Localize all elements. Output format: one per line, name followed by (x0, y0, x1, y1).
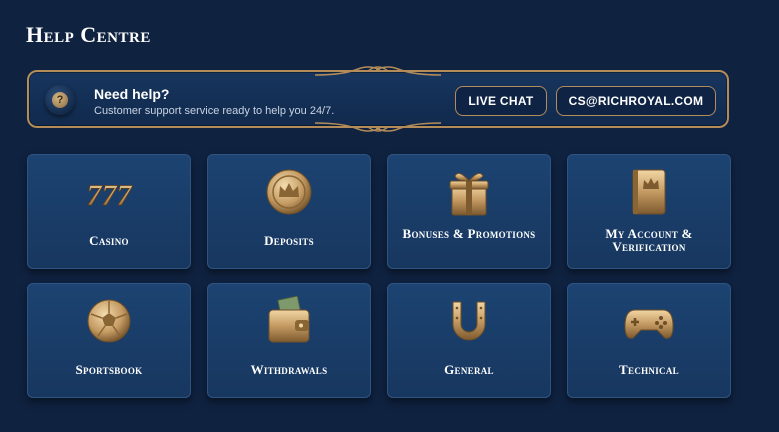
banner-bottom-ornament (314, 122, 442, 132)
support-email-button[interactable]: CS@RICHROYAL.COM (556, 86, 716, 116)
help-subtext: Customer support service ready to help y… (94, 105, 335, 117)
category-card-general[interactable]: General (387, 283, 551, 398)
category-label: Bonuses & Promotions (402, 226, 536, 241)
live-chat-button[interactable]: LIVE CHAT (455, 86, 547, 116)
category-card-bonuses[interactable]: Bonuses & Promotions (387, 154, 551, 269)
category-label: My Account & Verification (605, 226, 693, 254)
football-icon (87, 299, 131, 343)
category-label: Deposits (264, 233, 314, 248)
help-heading: Need help? (94, 86, 170, 102)
category-label: Casino (89, 233, 129, 248)
help-banner: ? Need help? Customer support service re… (27, 66, 729, 132)
gift-box-icon (449, 172, 489, 216)
category-card-deposits[interactable]: Deposits (207, 154, 371, 269)
category-card-withdrawals[interactable]: Withdrawals (207, 283, 371, 398)
gamepad-icon (624, 309, 674, 339)
banner-top-ornament (314, 66, 442, 76)
horseshoe-icon (452, 301, 486, 341)
category-label: General (444, 362, 494, 377)
account-book-icon (632, 169, 666, 215)
page-title: Help Centre (26, 22, 151, 47)
category-label: Technical (619, 362, 679, 377)
help-question-icon: ? (45, 85, 75, 115)
category-card-casino[interactable]: 777 Casino (27, 154, 191, 269)
category-card-account[interactable]: My Account & Verification (567, 154, 731, 269)
wallet-icon (268, 296, 310, 343)
category-label: Sportsbook (75, 362, 143, 377)
svg-text:777: 777 (87, 179, 133, 212)
category-label: Withdrawals (250, 362, 328, 377)
category-card-sportsbook[interactable]: Sportsbook (27, 283, 191, 398)
crown-coin-icon (266, 169, 312, 215)
category-card-technical[interactable]: Technical (567, 283, 731, 398)
slot-777-icon: 777 (86, 179, 133, 213)
